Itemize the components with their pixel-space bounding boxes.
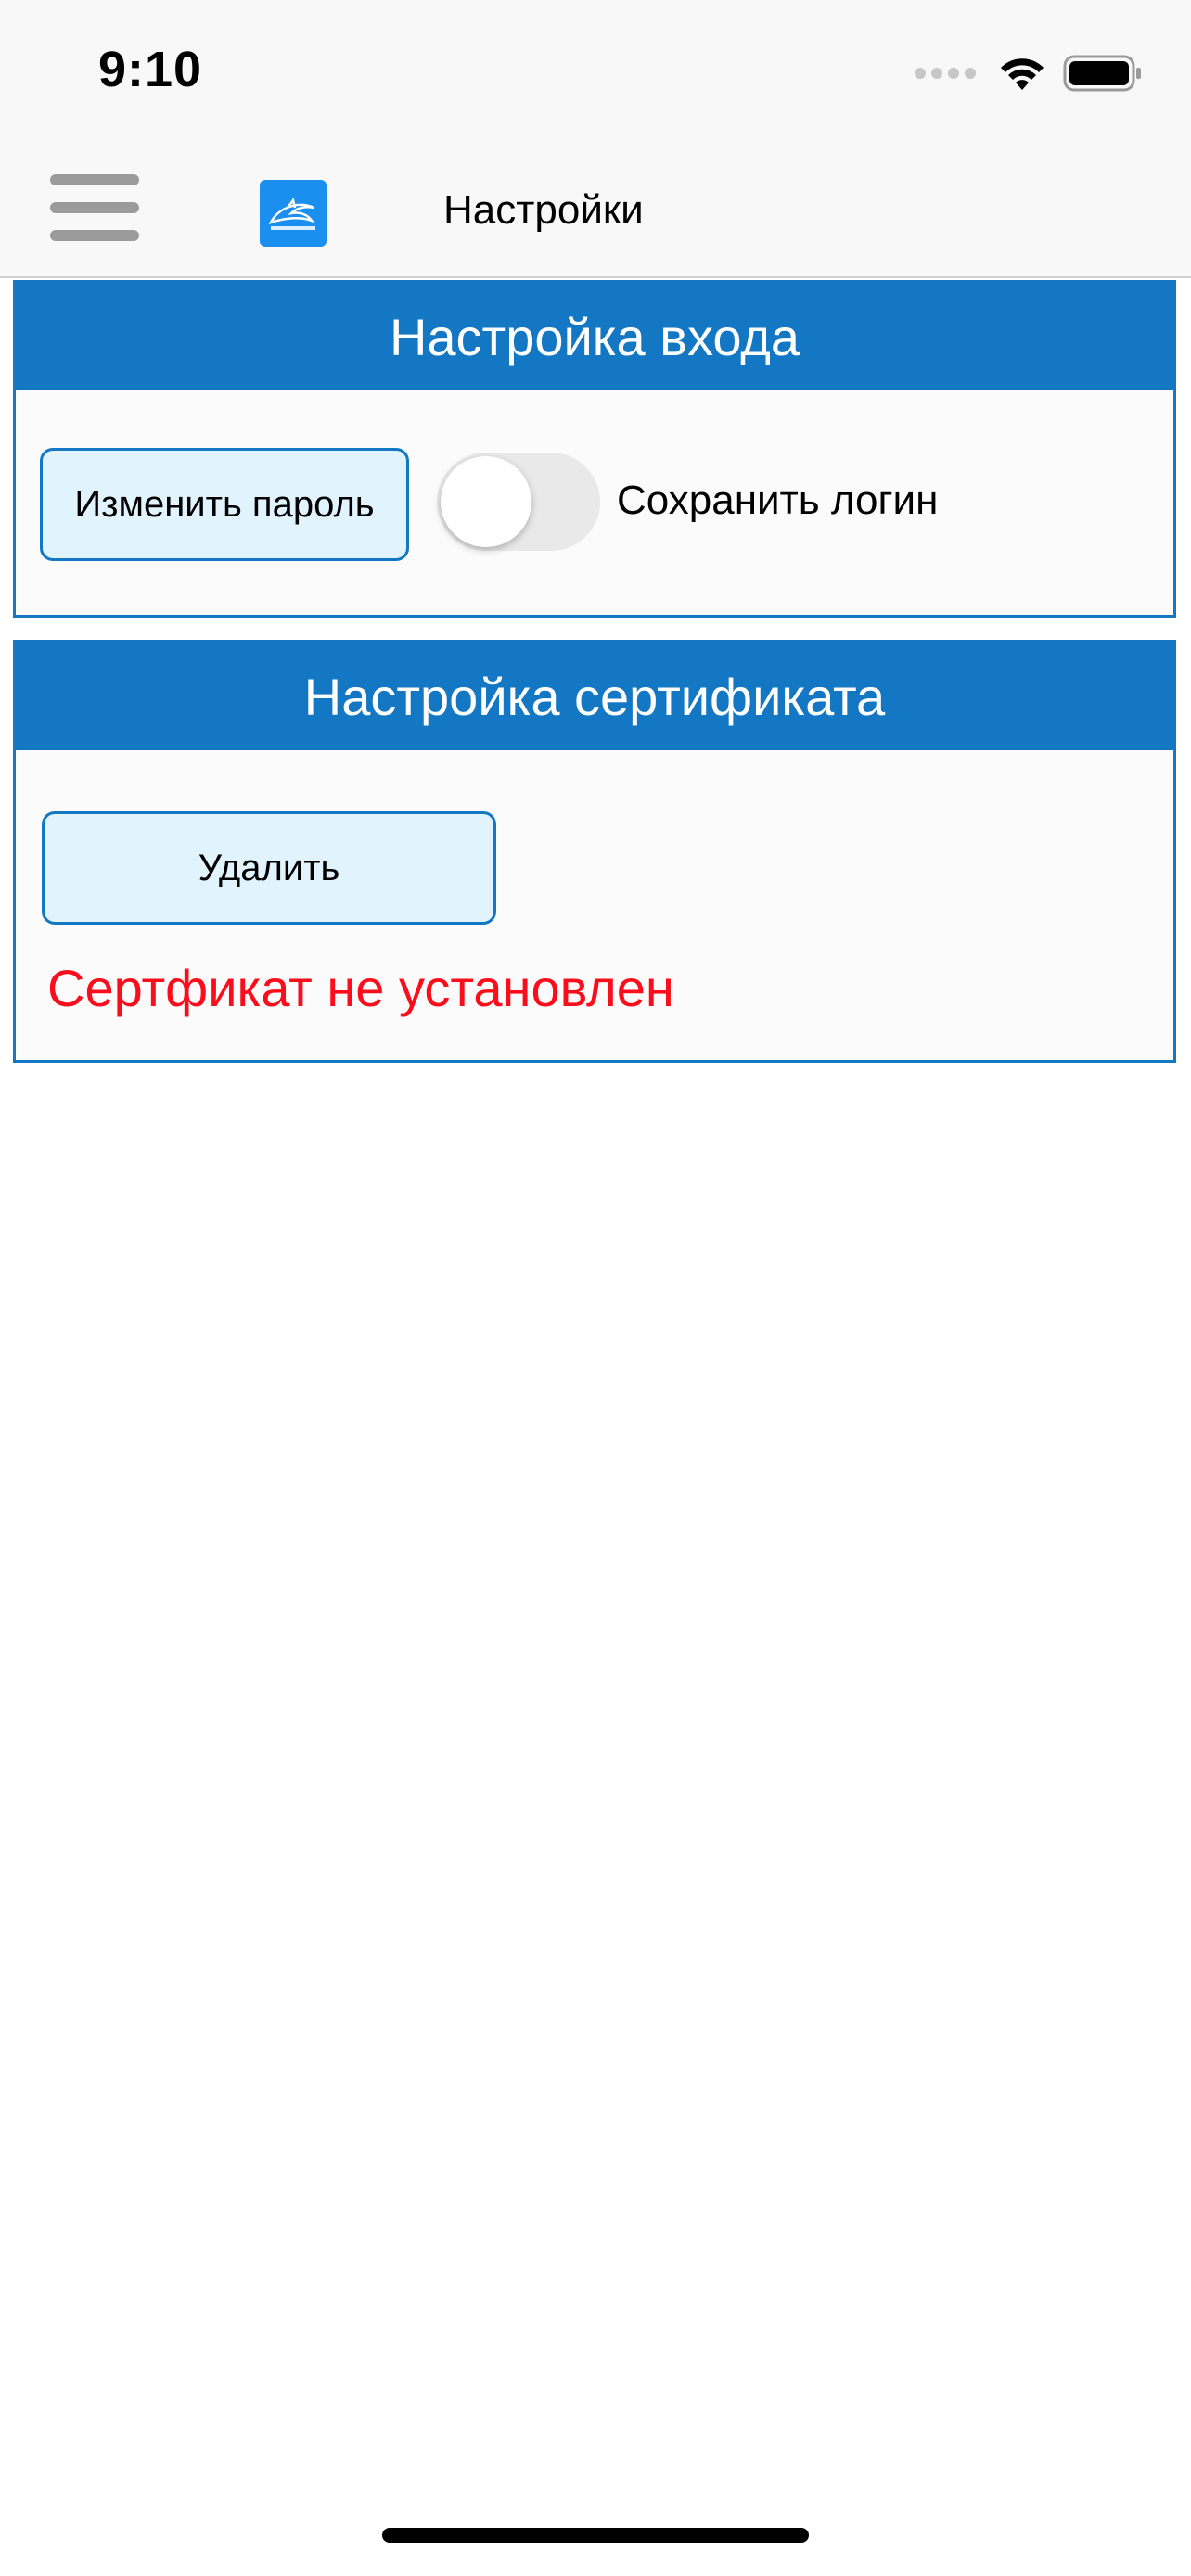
navigation-bar: Настройки (0, 139, 1191, 278)
wifi-icon (1001, 58, 1044, 90)
status-time: 9:10 (98, 42, 203, 97)
certificate-settings-header: Настройка сертификата (16, 643, 1173, 750)
certificate-status-text: Сертфикат не установлен (47, 959, 674, 1017)
delete-certificate-button[interactable]: Удалить (42, 811, 496, 925)
home-indicator[interactable] (382, 2528, 809, 2543)
certificate-settings-panel: Настройка сертификата Удалить Сертфикат … (13, 640, 1176, 1063)
login-settings-header: Настройка входа (16, 283, 1173, 390)
hamburger-menu-icon[interactable] (50, 174, 139, 241)
settings-screen: 9:10 Настройки Настройка входа Изменить … (0, 0, 1191, 2576)
save-login-label: Сохранить логин (617, 478, 939, 523)
change-password-button[interactable]: Изменить пароль (40, 448, 409, 561)
dolphin-logo-icon (260, 180, 327, 247)
toggle-knob (441, 456, 531, 547)
page-title: Настройки (443, 187, 644, 233)
login-settings-panel: Настройка входа Изменить пароль Сохранит… (13, 280, 1176, 618)
status-bar: 9:10 (0, 0, 1191, 139)
status-icons (915, 54, 1143, 93)
save-login-toggle[interactable] (437, 453, 600, 551)
signal-icon (915, 68, 976, 79)
battery-icon (1063, 55, 1141, 92)
